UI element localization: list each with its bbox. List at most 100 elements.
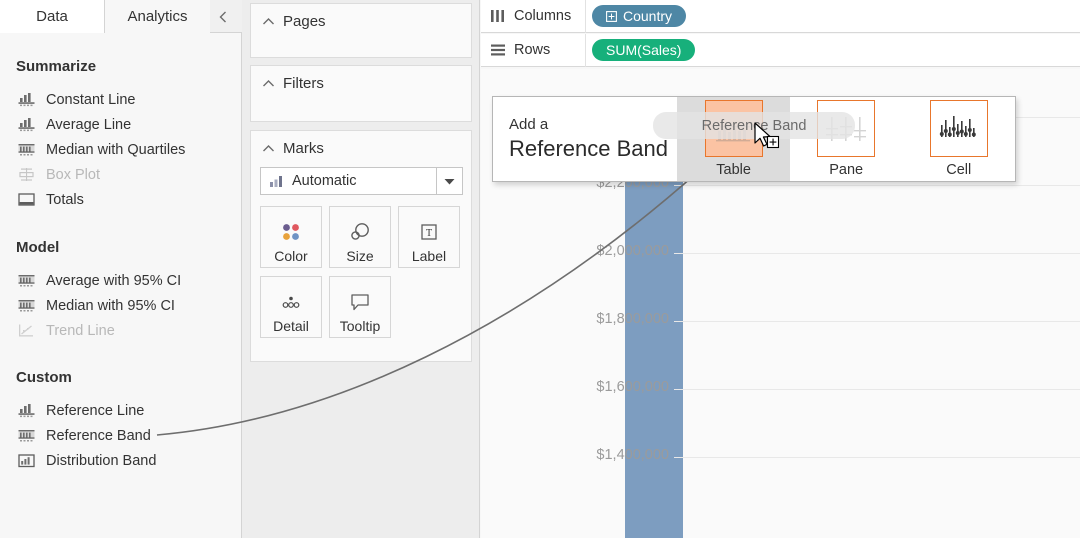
reference-band-icon — [16, 141, 36, 159]
table-scope-icon — [704, 100, 763, 157]
pill-country[interactable]: Country — [592, 5, 687, 27]
marks-tooltip-label: Tooltip — [339, 318, 381, 334]
tab-data[interactable]: Data — [0, 0, 105, 33]
marks-detail-button[interactable]: Detail — [260, 276, 322, 338]
analytics-item-distribution-band[interactable]: Distribution Band — [0, 448, 242, 473]
marks-card: Marks Automatic Color Size T Label Detai… — [250, 130, 472, 362]
distribution-band-icon — [16, 272, 36, 290]
y-axis-tick-label: $1,800,000 — [596, 311, 669, 327]
tab-data-label: Data — [36, 8, 68, 25]
cards-column: Pages Filters Marks Automatic Color Size… — [242, 0, 480, 538]
trend-line-icon — [16, 322, 36, 340]
drop-target-cell-label: Cell — [946, 162, 972, 178]
marks-tooltip-button[interactable]: Tooltip — [329, 276, 391, 338]
analytics-item-label: Reference Band — [46, 427, 151, 444]
y-axis-gridline — [674, 253, 1080, 254]
pane-scope-icon — [817, 100, 876, 157]
columns-label-text: Columns — [514, 8, 572, 24]
analytics-item-box-plot: Box Plot — [0, 162, 242, 187]
plus-box-icon[interactable] — [606, 10, 617, 22]
marks-size-button[interactable]: Size — [329, 206, 391, 268]
analytics-item-label: Average Line — [46, 116, 132, 133]
mark-type-dropdown[interactable]: Automatic — [260, 167, 463, 195]
chevron-up-icon[interactable] — [259, 74, 277, 92]
marks-detail-label: Detail — [273, 318, 309, 334]
chevron-left-icon[interactable] — [210, 0, 236, 33]
drop-target-pane-label: Pane — [829, 162, 864, 178]
bar-mark[interactable] — [625, 140, 683, 538]
marks-size-label: Size — [346, 248, 374, 264]
section-title-custom: Custom — [16, 369, 72, 386]
reference-line-icon — [16, 91, 36, 109]
analytics-item-label: Box Plot — [46, 166, 100, 183]
rows-label-text: Rows — [514, 42, 551, 58]
reference-band-icon — [16, 427, 36, 445]
analytics-item-constant-line[interactable]: Constant Line — [0, 87, 242, 112]
analytics-item-reference-line[interactable]: Reference Line — [0, 398, 242, 423]
y-axis-tick-label: $1,600,000 — [596, 379, 669, 395]
section-title-model: Model — [16, 239, 60, 256]
y-axis-gridline — [674, 457, 1080, 458]
sidebar-tabstrip: Data Analytics — [0, 0, 242, 33]
filters-card: Filters — [250, 65, 472, 122]
marks-color-button[interactable]: Color — [260, 206, 322, 268]
analytics-item-trend-line: Trend Line — [0, 318, 242, 343]
y-axis-tick-label: $1,400,000 — [596, 447, 669, 463]
marks-label-label: Label — [411, 248, 447, 264]
size-circles-icon — [347, 218, 373, 246]
drop-overlay-title-line1: Add a — [509, 116, 549, 133]
analytics-sidebar: Data Analytics Summarize Constant Line A… — [0, 0, 242, 538]
marks-color-label: Color — [274, 248, 308, 264]
marks-card-title: Marks — [283, 139, 324, 157]
marks-card-header[interactable]: Marks — [251, 131, 471, 165]
y-axis-gridline — [674, 321, 1080, 322]
analytics-item-median-with-95-ci[interactable]: Median with 95% CI — [0, 293, 242, 318]
chevron-up-icon[interactable] — [259, 12, 277, 30]
analytics-item-label: Median with Quartiles — [46, 141, 186, 158]
tab-analytics[interactable]: Analytics — [105, 0, 210, 33]
analytics-item-totals[interactable]: Totals — [0, 187, 242, 212]
svg-text:T: T — [426, 228, 432, 239]
analytics-item-median-with-quartiles[interactable]: Median with Quartiles — [0, 137, 242, 162]
chevron-up-icon[interactable] — [259, 139, 277, 157]
columns-shelf-label: Columns — [481, 0, 586, 33]
analytics-item-average-line[interactable]: Average Line — [0, 112, 242, 137]
pages-card: Pages — [250, 3, 472, 58]
filters-card-header[interactable]: Filters — [251, 66, 471, 100]
columns-shelf[interactable]: Columns Country — [481, 0, 1080, 33]
triangle-down-icon[interactable] — [436, 168, 462, 194]
pill-sum-sales-text: SUM(Sales) — [606, 42, 682, 58]
y-axis-gridline — [674, 389, 1080, 390]
analytics-item-label: Trend Line — [46, 322, 115, 339]
analytics-item-reference-band[interactable]: Reference Band — [0, 423, 242, 448]
reference-line-icon — [16, 402, 36, 420]
columns-icon — [490, 9, 506, 23]
drop-target-cell[interactable]: Cell — [902, 97, 1015, 181]
distribution-band-icon — [16, 452, 36, 470]
section-title-summarize: Summarize — [16, 58, 97, 75]
analytics-item-average-with-95-ci[interactable]: Average with 95% CI — [0, 268, 242, 293]
pages-card-title: Pages — [283, 12, 326, 30]
color-dots-icon — [279, 218, 303, 246]
rows-shelf[interactable]: Rows SUM(Sales) — [481, 33, 1080, 67]
box-plot-icon — [16, 166, 36, 184]
drop-target-pane[interactable]: Pane — [790, 97, 903, 181]
cell-scope-icon — [929, 100, 988, 157]
marks-label-button[interactable]: T Label — [398, 206, 460, 268]
pill-country-text: Country — [623, 8, 673, 24]
drop-target-table-label: Table — [716, 162, 751, 178]
pill-sum-sales[interactable]: SUM(Sales) — [592, 39, 696, 61]
analytics-item-label: Constant Line — [46, 91, 136, 108]
totals-icon — [16, 191, 36, 209]
mark-type-value: Automatic — [292, 173, 357, 189]
analytics-item-label: Totals — [46, 191, 84, 208]
tab-analytics-label: Analytics — [127, 8, 188, 25]
drop-target-overlay: Add a Reference Band Table Pane Cell — [492, 96, 1016, 182]
detail-dots-icon — [279, 288, 303, 316]
pages-card-header[interactable]: Pages — [251, 4, 471, 38]
drop-target-table[interactable]: Table — [677, 97, 790, 181]
reference-line-icon — [16, 116, 36, 134]
analytics-item-label: Average with 95% CI — [46, 272, 182, 289]
bar-mark-icon — [269, 175, 285, 188]
filters-card-title: Filters — [283, 74, 324, 92]
